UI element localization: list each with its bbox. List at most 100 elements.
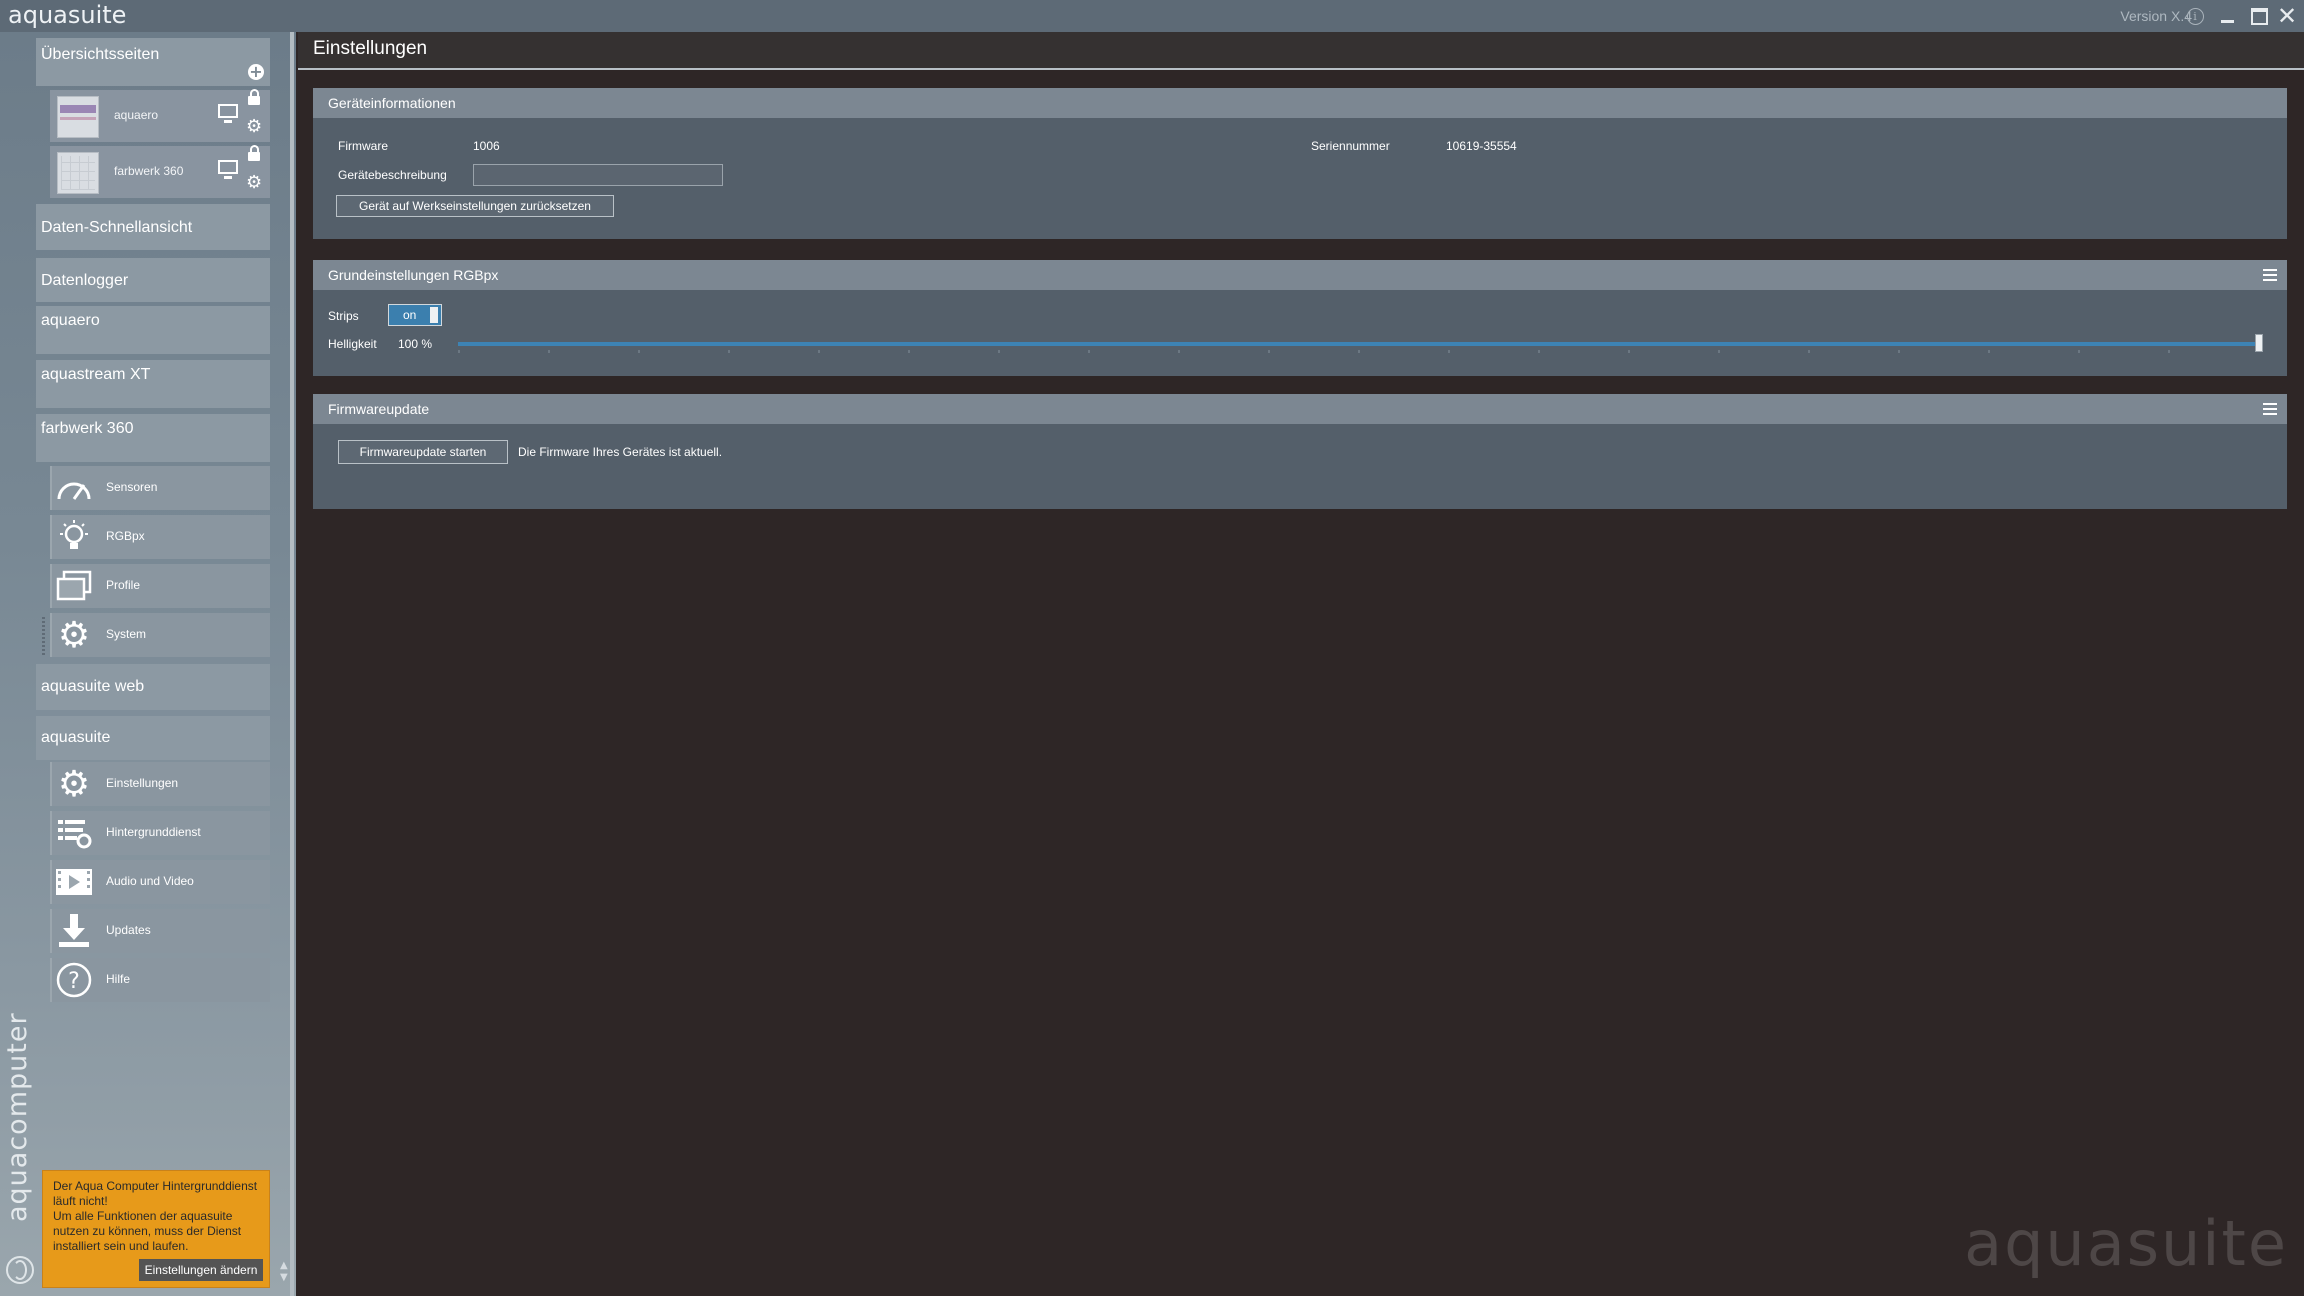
sidebar-item-label: Daten-Schnellansicht <box>41 219 193 236</box>
info-icon: i <box>2186 7 2204 25</box>
sidebar-item-label: RGBpx <box>106 529 145 543</box>
speedometer-icon <box>52 466 96 510</box>
firmware-update-panel: Firmwareupdate Firmwareupdate starten Di… <box>313 394 2287 509</box>
panel-header[interactable]: Geräteinformationen <box>313 88 2287 118</box>
description-label: Gerätebeschreibung <box>338 168 447 182</box>
lock-icon[interactable] <box>248 89 260 105</box>
close-button[interactable]: ✕ <box>2274 2 2300 30</box>
svg-text:?: ? <box>68 969 80 994</box>
info-button[interactable]: i <box>2182 3 2208 29</box>
panel-header[interactable]: Firmwareupdate <box>313 394 2287 424</box>
gear-icon: ⚙ <box>52 762 96 806</box>
sidebar-item-updates[interactable]: Updates <box>50 909 270 953</box>
title-bar: aquasuite Version X.4 i ✕ <box>0 0 2304 32</box>
device-info-panel: Geräteinformationen Firmware 1006 Serien… <box>313 88 2287 239</box>
page-header: Einstellungen <box>298 32 2304 70</box>
change-settings-button[interactable]: Einstellungen ändern <box>139 1259 263 1281</box>
description-input[interactable] <box>473 164 723 186</box>
gear-icon: ⚙ <box>52 613 96 657</box>
sidebar-item-aquasuite[interactable]: aquasuite <box>36 716 270 760</box>
sidebar-item-rgbpx[interactable]: RGBpx <box>50 515 270 559</box>
firmware-status: Die Firmware Ihres Gerätes ist aktuell. <box>518 445 723 459</box>
brightness-label: Helligkeit <box>328 337 377 351</box>
download-icon <box>52 909 96 953</box>
minimize-icon <box>2220 19 2234 23</box>
sidebar-item-profile[interactable]: Profile <box>50 564 270 608</box>
aquacomputer-logo-icon <box>6 1256 34 1284</box>
sidebar-item-label: aquastream XT <box>41 366 151 383</box>
sidebar-item-label: aquaero <box>41 312 100 329</box>
panel-title: Firmwareupdate <box>328 401 430 417</box>
profiles-icon <box>52 564 96 608</box>
overview-item-aquaero[interactable]: aquaero ⚙ <box>50 89 270 142</box>
slider-ticks <box>458 350 2258 353</box>
panel-header[interactable]: Grundeinstellungen RGBpx <box>313 260 2287 290</box>
sidebar-overview-label: Übersichtsseiten <box>41 46 160 63</box>
firmware-value: 1006 <box>473 139 500 153</box>
gear-icon[interactable]: ⚙ <box>246 118 262 136</box>
sidebar-item-aquasuite-web[interactable]: aquasuite web <box>36 664 270 710</box>
minimize-button[interactable] <box>2214 3 2240 29</box>
sidebar-item-label: Audio und Video <box>106 874 194 888</box>
serial-label: Seriennummer <box>1311 139 1390 153</box>
brightness-value: 100 % <box>398 337 433 351</box>
toggle-knob <box>430 307 438 323</box>
strips-toggle[interactable]: on <box>388 304 442 326</box>
sidebar-scroll-arrows[interactable]: ▲ ▼ <box>280 1260 288 1284</box>
maximize-button[interactable] <box>2246 3 2272 29</box>
firmware-update-button[interactable]: Firmwareupdate starten <box>338 440 508 464</box>
service-icon <box>52 811 96 855</box>
rgbpx-panel: Grundeinstellungen RGBpx Strips on Helli… <box>313 260 2287 376</box>
sidebar-item-hilfe[interactable]: ? Hilfe <box>50 958 270 1002</box>
menu-icon[interactable] <box>2263 403 2277 418</box>
overview-item-farbwerk-360[interactable]: farbwerk 360 ⚙ <box>50 145 270 198</box>
factory-reset-button[interactable]: Gerät auf Werkseinstellungen zurücksetze… <box>336 195 614 217</box>
sidebar-item-farbwerk[interactable]: farbwerk 360 <box>36 414 270 462</box>
sidebar-item-label: aquasuite <box>41 729 111 746</box>
sidebar-item-sensoren[interactable]: Sensoren <box>50 466 270 510</box>
aquacomputer-logo: aquacomputer <box>2 1012 33 1222</box>
strips-label: Strips <box>328 309 359 323</box>
lock-icon[interactable] <box>248 145 260 161</box>
sidebar-item-label: Updates <box>106 923 151 937</box>
sidebar-item-datalogger[interactable]: Datenlogger <box>36 258 270 302</box>
toggle-state: on <box>403 308 417 322</box>
sidebar-item-label: Sensoren <box>106 480 158 494</box>
sidebar-item-audio-video[interactable]: Audio und Video <box>50 860 270 904</box>
serial-value: 10619-35554 <box>1446 139 1517 153</box>
maximize-icon <box>2250 7 2268 25</box>
sidebar-item-label: farbwerk 360 <box>41 420 134 437</box>
panel-title: Grundeinstellungen RGBpx <box>328 267 499 283</box>
overview-item-label: aquaero <box>114 108 159 122</box>
sidebar-item-quickview[interactable]: Daten-Schnellansicht <box>36 204 270 250</box>
sidebar-item-label: Hilfe <box>106 972 131 986</box>
sidebar-item-aquaero[interactable]: aquaero <box>36 306 270 354</box>
sidebar-item-label: Hintergrunddienst <box>106 825 201 839</box>
aquasuite-watermark: aquasuite <box>1964 1207 2288 1280</box>
add-overview-icon[interactable]: + <box>248 64 264 80</box>
firmware-label: Firmware <box>338 139 388 153</box>
sidebar-divider[interactable] <box>290 32 294 1296</box>
panel-title: Geräteinformationen <box>328 95 456 111</box>
monitor-icon[interactable] <box>218 104 238 123</box>
sidebar-item-label: aquasuite web <box>41 678 145 695</box>
brightness-slider-thumb[interactable] <box>2255 334 2263 352</box>
close-icon: ✕ <box>2276 2 2298 30</box>
sidebar-item-label: Datenlogger <box>41 272 129 289</box>
service-warning: Der Aqua Computer Hintergrunddienst läuf… <box>42 1170 270 1288</box>
sidebar-item-system[interactable]: ⚙ System <box>42 613 270 657</box>
sidebar-item-label: Einstellungen <box>106 776 179 790</box>
video-icon <box>52 860 96 904</box>
app-title: aquasuite <box>8 1 127 29</box>
sidebar-item-hintergrunddienst[interactable]: Hintergrunddienst <box>50 811 270 855</box>
brightness-slider[interactable] <box>458 342 2258 346</box>
menu-icon[interactable] <box>2263 269 2277 284</box>
gear-icon[interactable]: ⚙ <box>246 174 262 192</box>
monitor-icon[interactable] <box>218 160 238 179</box>
sidebar-item-aquastream[interactable]: aquastream XT <box>36 360 270 408</box>
sidebar-item-einstellungen[interactable]: ⚙ Einstellungen <box>50 762 270 806</box>
sidebar-overview-pages[interactable]: Übersichtsseiten + <box>36 38 270 86</box>
overview-thumbnail <box>57 96 99 138</box>
overview-thumbnail <box>57 152 99 194</box>
sidebar-item-label: System <box>106 627 147 641</box>
